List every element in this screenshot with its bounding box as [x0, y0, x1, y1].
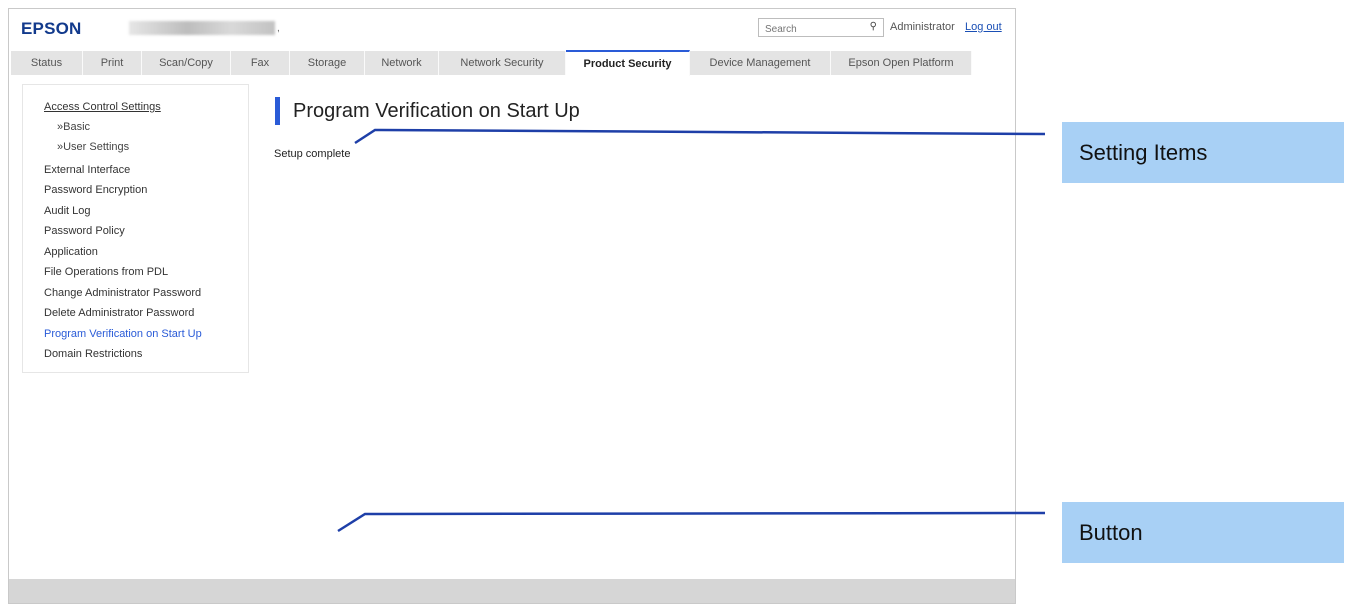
user-label: Administrator — [890, 21, 955, 33]
main-tab-bar: Status Print Scan/Copy Fax Storage Netwo… — [9, 50, 1015, 77]
sidebar-item-external-interface[interactable]: External Interface — [44, 164, 130, 176]
sidebar-item-basic[interactable]: »Basic — [57, 121, 90, 133]
sidebar-item-file-operations[interactable]: File Operations from PDL — [44, 266, 168, 278]
sidebar-item-access-control-settings[interactable]: Access Control Settings — [44, 101, 161, 113]
setting-items-callout: Setting Items — [1062, 122, 1344, 183]
sidebar-item-password-encryption[interactable]: Password Encryption — [44, 184, 147, 196]
tab-scan-copy[interactable]: Scan/Copy — [142, 51, 231, 75]
page-title: Program Verification on Start Up — [275, 97, 580, 125]
sidebar-item-audit-log[interactable]: Audit Log — [44, 205, 90, 217]
footer-bar — [9, 579, 1015, 603]
search-input[interactable] — [759, 21, 867, 38]
sidebar-item-delete-admin-password[interactable]: Delete Administrator Password — [44, 307, 194, 319]
tab-status[interactable]: Status — [11, 51, 83, 75]
magnifier-icon[interactable]: ⚲ — [870, 21, 877, 32]
sidebar-item-program-verification[interactable]: Program Verification on Start Up — [44, 328, 202, 340]
tab-device-management[interactable]: Device Management — [690, 51, 831, 75]
tab-network[interactable]: Network — [365, 51, 439, 75]
model-name-blurred — [129, 21, 275, 35]
search-box[interactable]: ⚲ — [758, 18, 884, 38]
sidebar-item-user-settings[interactable]: »User Settings — [57, 141, 129, 153]
tab-storage[interactable]: Storage — [290, 51, 365, 75]
logout-link[interactable]: Log out — [965, 21, 1002, 33]
sidebar-item-domain-restrictions[interactable]: Domain Restrictions — [44, 348, 142, 360]
sidebar-item-password-policy[interactable]: Password Policy — [44, 225, 125, 237]
setup-status-text: Setup complete — [274, 148, 351, 160]
button-callout: Button — [1062, 502, 1344, 563]
tab-product-security[interactable]: Product Security — [566, 50, 690, 76]
tab-network-security[interactable]: Network Security — [439, 51, 566, 75]
model-name-suffix: , — [277, 23, 280, 34]
browser-page-frame: EPSON , ⚲ Administrator Log out Status P… — [8, 8, 1016, 604]
sidebar-item-change-admin-password[interactable]: Change Administrator Password — [44, 287, 201, 299]
tab-fax[interactable]: Fax — [231, 51, 290, 75]
sidebar-item-application[interactable]: Application — [44, 246, 98, 258]
settings-sidebar: Access Control Settings »Basic »User Set… — [22, 84, 249, 373]
tab-print[interactable]: Print — [83, 51, 142, 75]
epson-logo: EPSON — [21, 19, 82, 38]
tab-epson-open-platform[interactable]: Epson Open Platform — [831, 51, 972, 75]
top-header: EPSON , ⚲ Administrator Log out — [9, 9, 1015, 49]
